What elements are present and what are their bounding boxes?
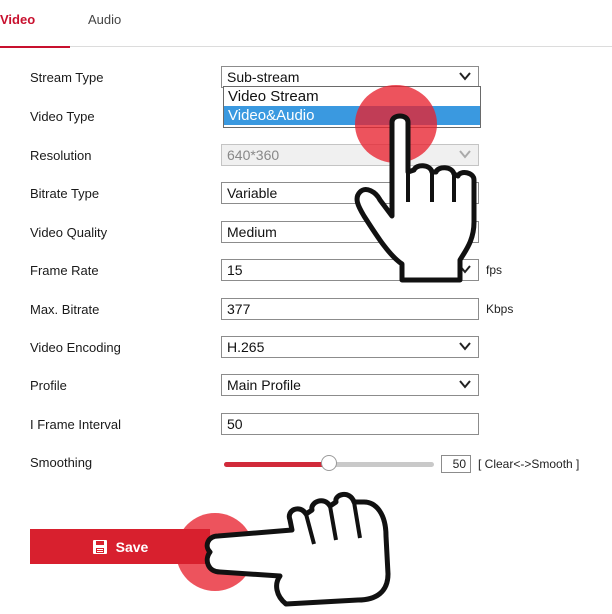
pointing-hand-icon — [204, 492, 391, 607]
tab-video[interactable]: Video — [0, 12, 70, 48]
profile-value: Main Profile — [227, 377, 301, 393]
max-bitrate-value: 377 — [227, 301, 251, 317]
dropdown-option-video-stream[interactable]: Video Stream — [224, 87, 480, 106]
stream-type-label: Stream Type — [30, 70, 104, 85]
chevron-down-icon — [459, 342, 471, 351]
frame-rate-value: 15 — [227, 262, 243, 278]
tab-video-label: Video — [0, 12, 36, 27]
smoothing-label: Smoothing — [30, 455, 93, 470]
i-frame-interval-value: 50 — [227, 416, 243, 432]
floppy-disk-icon — [92, 539, 107, 554]
tab-audio[interactable]: Audio — [88, 12, 121, 27]
i-frame-interval-label: I Frame Interval — [30, 417, 122, 432]
save-button[interactable]: Save — [30, 529, 210, 564]
smoothing-slider-thumb[interactable] — [321, 455, 337, 471]
stream-type-select[interactable]: Sub-stream — [221, 66, 479, 88]
smoothing-value-box[interactable]: 50 — [441, 455, 471, 473]
max-bitrate-label: Max. Bitrate — [30, 302, 100, 317]
video-quality-label: Video Quality — [30, 225, 108, 240]
bitrate-type-value: Variable — [227, 185, 278, 201]
save-button-label: Save — [115, 538, 149, 555]
smoothing-slider-fill — [224, 462, 329, 467]
profile-label: Profile — [30, 378, 67, 393]
video-encoding-select[interactable]: H.265 — [221, 336, 479, 358]
video-type-label: Video Type — [30, 109, 95, 124]
stream-type-value: Sub-stream — [227, 69, 300, 85]
video-encoding-label: Video Encoding — [30, 340, 121, 355]
smoothing-hint: [ Clear<->Smooth ] — [478, 457, 580, 471]
bitrate-type-label: Bitrate Type — [30, 186, 100, 201]
i-frame-interval-input[interactable]: 50 — [221, 413, 479, 435]
chevron-down-icon — [459, 380, 471, 389]
resolution-label: Resolution — [30, 148, 92, 163]
profile-select[interactable]: Main Profile — [221, 374, 479, 396]
max-bitrate-input[interactable]: 377 — [221, 298, 479, 320]
max-bitrate-unit: Kbps — [486, 302, 514, 316]
frame-rate-label: Frame Rate — [30, 263, 99, 278]
video-quality-value: Medium — [227, 224, 277, 240]
video-encoding-value: H.265 — [227, 339, 265, 355]
pointing-hand-icon — [354, 113, 477, 283]
tab-bar: Video Audio — [0, 0, 612, 48]
resolution-value: 640*360 — [227, 147, 280, 163]
chevron-down-icon — [459, 72, 471, 81]
